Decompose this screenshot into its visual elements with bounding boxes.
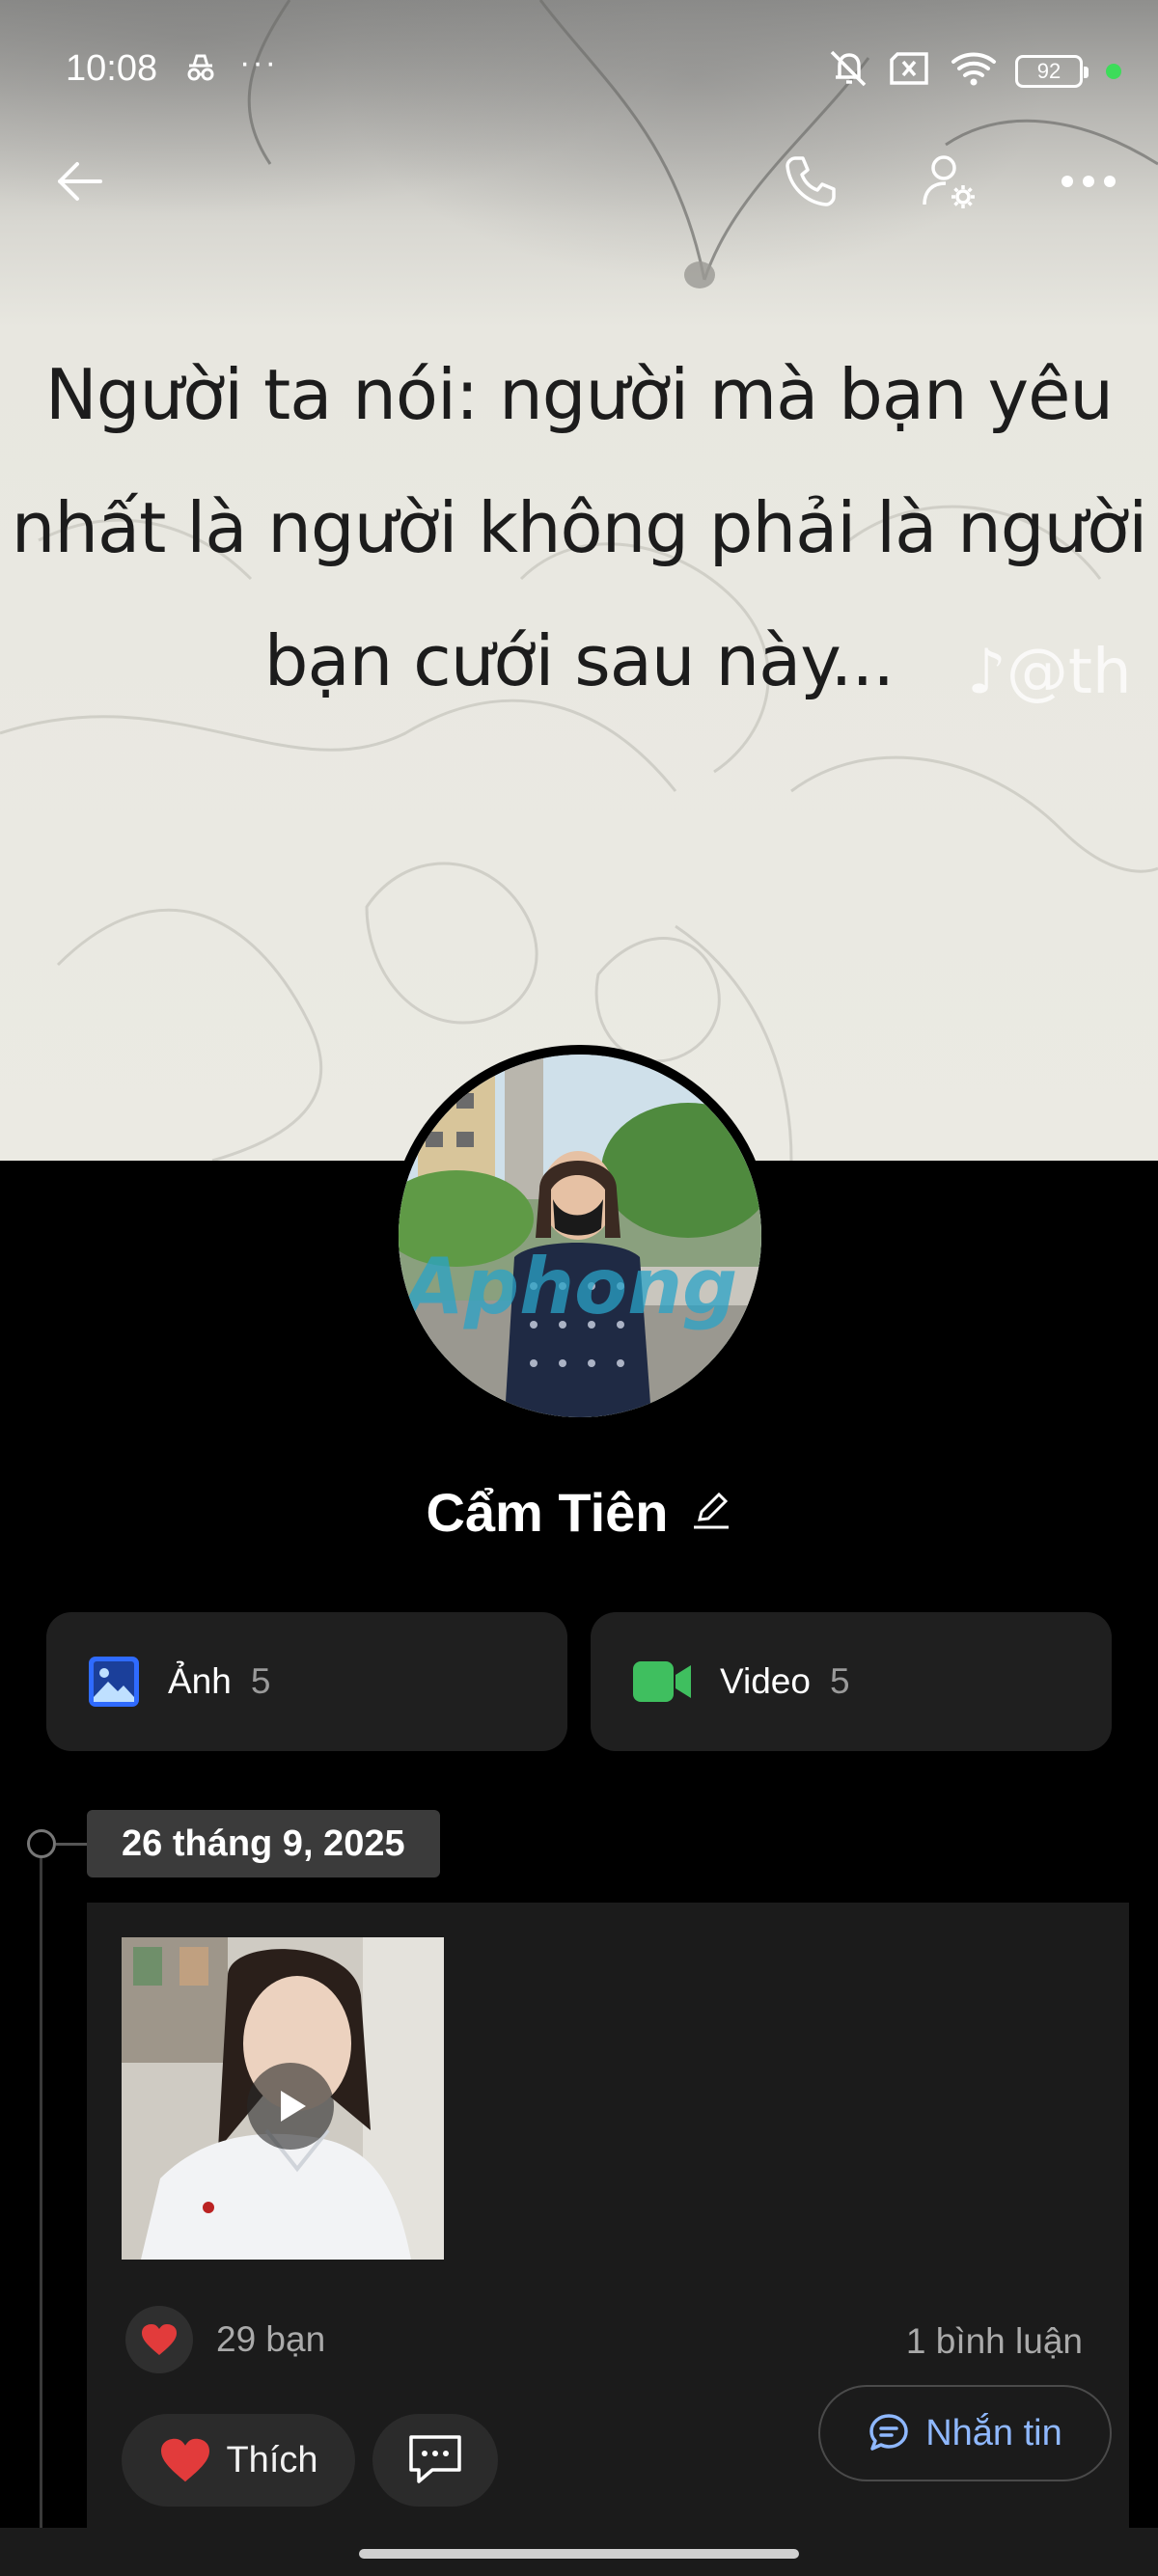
pencil-icon [693,1492,729,1529]
no-sim-icon [888,50,932,92]
profile-settings-icon [923,155,975,208]
cover-quote-line: Người ta nói: người mà bạn yêu [44,354,1114,435]
timeline-connector [56,1843,89,1846]
reaction-count: 29 bạn [216,2319,326,2359]
video-camera-icon [633,1661,691,1702]
timeline-post: 29 bạn 1 bình luận Thích Nhắn tin [87,1903,1129,2539]
more-horizontal-icon [1062,176,1116,187]
comment-button[interactable] [372,2414,498,2507]
status-bar: 10:08 ··· 92 [0,39,1158,100]
profile-name: Cẩm Tiên [426,1482,669,1543]
privacy-indicator [1106,63,1121,79]
status-icons: 92 [824,48,1121,94]
play-icon [281,2091,306,2122]
videos-label: Video [720,1661,811,1701]
avatar-photo: Aphong [399,1055,761,1417]
more-options-button[interactable] [1052,145,1125,218]
message-button[interactable]: Nhắn tin [818,2385,1112,2481]
avatar[interactable]: Aphong [389,1045,771,1427]
timeline-line [40,1856,42,2532]
comment-icon [409,2435,461,2483]
call-button[interactable] [774,145,847,218]
wifi-icon [950,50,998,92]
photo-icon [89,1657,139,1707]
phone-icon [786,156,836,206]
timeline-date: 26 tháng 9, 2025 [87,1810,440,1877]
incognito-icon [183,50,218,90]
comment-count[interactable]: 1 bình luận [906,2321,1083,2362]
status-time: 10:08 [66,48,158,89]
timeline-dot [27,1829,56,1858]
cover-quote-line: nhất là người không phải là người [11,487,1147,568]
videos-count: 5 [829,1661,850,1701]
tiktok-watermark: ♪@th [967,637,1132,708]
back-arrow-icon [58,162,102,201]
heart-reaction-icon [125,2306,193,2373]
home-indicator[interactable] [359,2549,799,2559]
play-button[interactable] [247,2063,334,2150]
like-button[interactable]: Thích [122,2414,355,2507]
edit-name-button[interactable] [690,1489,732,1536]
chat-bubble-icon [869,2414,908,2451]
profile-settings-button[interactable] [913,145,986,218]
heart-icon [161,2438,210,2482]
back-button[interactable] [42,145,116,218]
battery-icon: 92 [1015,54,1089,88]
photos-count: 5 [250,1661,271,1701]
video-thumbnail[interactable] [122,1937,444,2260]
mute-icon [824,48,870,94]
reactions-summary[interactable]: 29 bạn [125,2306,325,2373]
photos-label: Ảnh [168,1661,232,1701]
battery-level: 92 [1036,58,1062,83]
profile-name-row: Cẩm Tiên [0,1481,1158,1544]
photos-tile[interactable]: Ảnh 5 [46,1612,567,1751]
message-label: Nhắn tin [925,2412,1062,2453]
like-label: Thích [226,2439,318,2480]
more-dots-icon: ··· [239,44,278,81]
avatar-watermark: Aphong [399,1242,737,1331]
videos-tile[interactable]: Video 5 [591,1612,1112,1751]
